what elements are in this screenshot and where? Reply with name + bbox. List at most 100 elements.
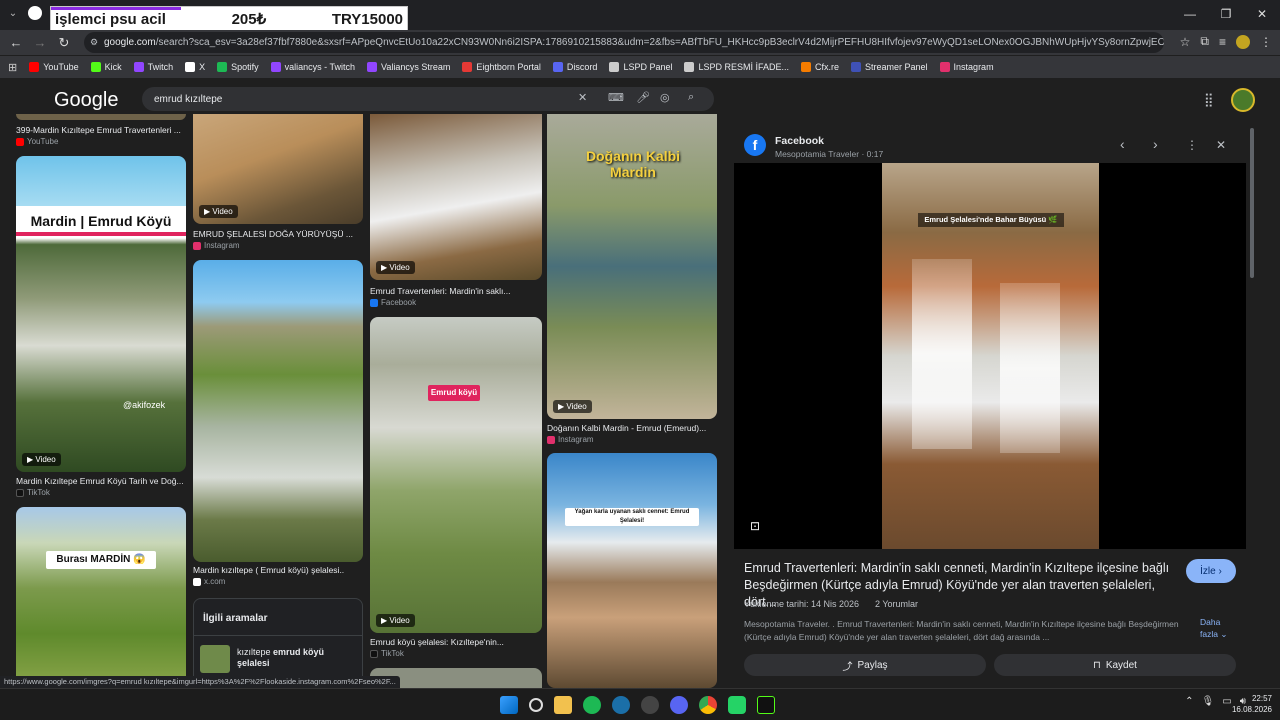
bookmark-label: valiancys - Twitch bbox=[284, 62, 356, 72]
tiktok-icon bbox=[16, 488, 24, 497]
bookmark-label: Eightborn Portal bbox=[476, 62, 541, 72]
bookmark-kick[interactable]: Kick bbox=[90, 62, 122, 72]
bookmark-spotify[interactable]: Spotify bbox=[217, 62, 259, 72]
minimize-button[interactable]: — bbox=[1172, 0, 1208, 28]
next-chevron-icon[interactable]: › bbox=[1153, 136, 1158, 152]
bookmark-cfx-re[interactable]: Cfx.re bbox=[801, 62, 839, 72]
search-box[interactable]: emrud kızıltepe ✕ ⌨ 🎤︎ ◎ ⌕ bbox=[142, 87, 714, 111]
panel-source-name[interactable]: Facebook bbox=[775, 135, 824, 147]
bookmark-x[interactable]: X bbox=[185, 62, 205, 72]
bookmark-label: YouTube bbox=[43, 62, 79, 72]
start-icon[interactable] bbox=[500, 696, 518, 714]
tab-search-chevron-icon[interactable]: ⌄ bbox=[6, 8, 20, 19]
search-icon[interactable]: ⌕ bbox=[688, 91, 694, 104]
bookmark-youtube[interactable]: YouTube bbox=[29, 62, 79, 72]
bookmark-label: Twitch bbox=[147, 62, 174, 72]
bookmark-lspd-resmi-i-fade[interactable]: LSPD RESMİ İFADE... bbox=[684, 62, 789, 72]
divider bbox=[194, 635, 362, 636]
image-result-emrud-dogaYuruyusu[interactable]: ▶ Video bbox=[193, 114, 363, 224]
title-bar: ⌄ işlemci psu acil 205₺ TRY15000 — ❐ ✕ bbox=[0, 0, 1280, 32]
lens-icon[interactable]: ◎ bbox=[660, 91, 670, 104]
google-logo[interactable]: Google bbox=[54, 89, 119, 112]
result-caption[interactable]: Doğanın Kalbi Mardin - Emrud (Emerud)... bbox=[547, 423, 719, 433]
related-searches-title: İlgili aramalar bbox=[203, 613, 268, 624]
bookmark-valiancys-twitch[interactable]: valiancys - Twitch bbox=[270, 62, 356, 72]
google-apps-icon[interactable]: ⣿ bbox=[1204, 92, 1214, 108]
lens-search-icon[interactable]: ⊡ bbox=[750, 519, 760, 533]
bookmark-discord[interactable]: Discord bbox=[552, 62, 597, 72]
search-taskbar-icon[interactable] bbox=[529, 698, 543, 712]
steam-icon[interactable] bbox=[612, 696, 630, 714]
apps-grid-icon[interactable]: ⊞ bbox=[8, 61, 17, 74]
address-bar[interactable]: ⚙ google.com/search?sca_esv=3a28ef37fbf7… bbox=[84, 32, 1164, 53]
discord-icon[interactable] bbox=[670, 696, 688, 714]
bookmark-favicon-icon bbox=[684, 62, 695, 72]
result-caption[interactable]: Emrud köyü şelalesi: Kızıltepe'nin... bbox=[370, 637, 542, 647]
bookmark-favicon-icon bbox=[270, 62, 281, 72]
streaming-app-icon[interactable] bbox=[757, 696, 775, 714]
image-result-doganin-kalbi[interactable]: Doğanın Kalbi Mardin ▶ Video bbox=[547, 114, 717, 419]
result-caption[interactable]: 399-Mardin Kızıltepe Emrud Travertenleri… bbox=[16, 125, 188, 135]
browser-menu-icon[interactable]: ⋮ bbox=[1260, 35, 1272, 49]
media-app-icon[interactable] bbox=[641, 696, 659, 714]
chrome-icon[interactable] bbox=[699, 696, 717, 714]
image-banner-text: Mardin | Emrud Köyü bbox=[16, 206, 186, 236]
bookmark-valiancys-stream[interactable]: Valiancys Stream bbox=[367, 62, 450, 72]
microphone-icon[interactable]: 🎤︎ bbox=[636, 91, 650, 104]
more-link[interactable]: Daha fazla ⌄ bbox=[1200, 616, 1234, 640]
panel-scrollbar[interactable] bbox=[1250, 128, 1254, 278]
url-path: /search?sca_esv=3a28ef37fbf7880e&sxsrf=A… bbox=[155, 37, 1164, 48]
previous-chevron-icon[interactable]: ‹ bbox=[1120, 136, 1125, 152]
result-caption[interactable]: Emrud Travertenleri: Mardin'in saklı... bbox=[370, 286, 542, 296]
save-button[interactable]: ⊓ Kaydet bbox=[994, 654, 1236, 676]
microphone-tray-icon[interactable]: 🎙︎ bbox=[1202, 696, 1215, 707]
image-result-top-partial[interactable] bbox=[16, 114, 186, 120]
preview-media-area[interactable]: Emrud Şelalesi'nde Bahar Büyüsü 🌿 ⊡ bbox=[734, 163, 1246, 549]
image-result-mardin-emrud[interactable]: Mardin | Emrud Köyü @akifozek ▶ Video bbox=[16, 156, 186, 472]
clear-icon[interactable]: ✕ bbox=[578, 91, 587, 104]
youtube-icon bbox=[16, 137, 24, 146]
spotify-icon[interactable] bbox=[583, 696, 601, 714]
bookmark-streamer-panel[interactable]: Streamer Panel bbox=[851, 62, 928, 72]
preview-frame-caption: Emrud Şelalesi'nde Bahar Büyüsü 🌿 bbox=[918, 213, 1064, 227]
image-result-yagan-karla[interactable]: Yağan karla uyanan saklı cennet: Emrud Ş… bbox=[547, 453, 717, 688]
system-clock[interactable]: 22:57 16.08.2026 bbox=[1232, 693, 1272, 715]
bookmark-instagram[interactable]: Instagram bbox=[939, 62, 994, 72]
result-caption[interactable]: Mardin Kızıltepe Emrud Köyü Tarih ve Doğ… bbox=[16, 476, 188, 486]
share-button[interactable]: ⤴ Paylaş bbox=[744, 654, 986, 676]
more-options-icon[interactable]: ⋮ bbox=[1186, 138, 1198, 152]
image-result-emrud-travertenleri[interactable]: ▶ Video bbox=[370, 114, 542, 280]
instagram-icon bbox=[193, 241, 201, 250]
reload-icon[interactable]: ↻ bbox=[52, 35, 76, 51]
image-result-kiziltepe-selalesi[interactable] bbox=[193, 260, 363, 562]
image-result-emrud-koyu-selalesi[interactable]: Emrud köyü ▶ Video bbox=[370, 317, 542, 633]
bookmark-twitch[interactable]: Twitch bbox=[133, 62, 174, 72]
keyboard-icon[interactable]: ⌨ bbox=[608, 91, 624, 104]
back-arrow-icon[interactable]: ← bbox=[4, 35, 28, 50]
whatsapp-icon[interactable] bbox=[728, 696, 746, 714]
site-info-icon[interactable]: ⚙ bbox=[90, 37, 98, 48]
close-window-button[interactable]: ✕ bbox=[1244, 0, 1280, 28]
file-explorer-icon[interactable] bbox=[554, 696, 572, 714]
result-caption[interactable]: EMRUD ŞELALESİ DOĞA YÜRÜYÜŞÜ ... bbox=[193, 229, 365, 239]
extensions-icon[interactable]: ⧉ bbox=[1200, 34, 1209, 49]
close-preview-icon[interactable]: ✕ bbox=[1216, 138, 1226, 152]
overlay-target-text: TRY15000 bbox=[331, 10, 403, 28]
bookmark-favicon-icon bbox=[462, 62, 473, 72]
related-search-item[interactable]: kızıltepe emrud köyü şelalesi bbox=[200, 643, 360, 677]
account-avatar[interactable] bbox=[1231, 88, 1255, 112]
media-control-icon[interactable]: ≡ bbox=[1219, 35, 1226, 49]
result-caption[interactable]: Mardin kızıltepe ( Emrud köyü) şelalesi.… bbox=[193, 565, 365, 575]
tray-chevron-icon[interactable]: ⌃ bbox=[1185, 696, 1193, 707]
bookmark-lspd-panel[interactable]: LSPD Panel bbox=[609, 62, 672, 72]
related-item-text: kızıltepe bbox=[237, 647, 274, 657]
image-result-burasi-mardin[interactable]: Burası MARDİN 😱 bbox=[16, 507, 186, 688]
bookmark-star-icon[interactable]: ☆ bbox=[1180, 35, 1191, 49]
forward-arrow-icon[interactable]: → bbox=[28, 35, 52, 50]
restore-button[interactable]: ❐ bbox=[1208, 0, 1244, 28]
watch-button[interactable]: İzle › bbox=[1186, 559, 1236, 583]
image-tag-label: Emrud köyü bbox=[428, 385, 480, 401]
display-tray-icon[interactable]: ▭ bbox=[1222, 696, 1231, 707]
profile-avatar-icon[interactable] bbox=[1236, 34, 1250, 49]
bookmark-eightborn-portal[interactable]: Eightborn Portal bbox=[462, 62, 541, 72]
